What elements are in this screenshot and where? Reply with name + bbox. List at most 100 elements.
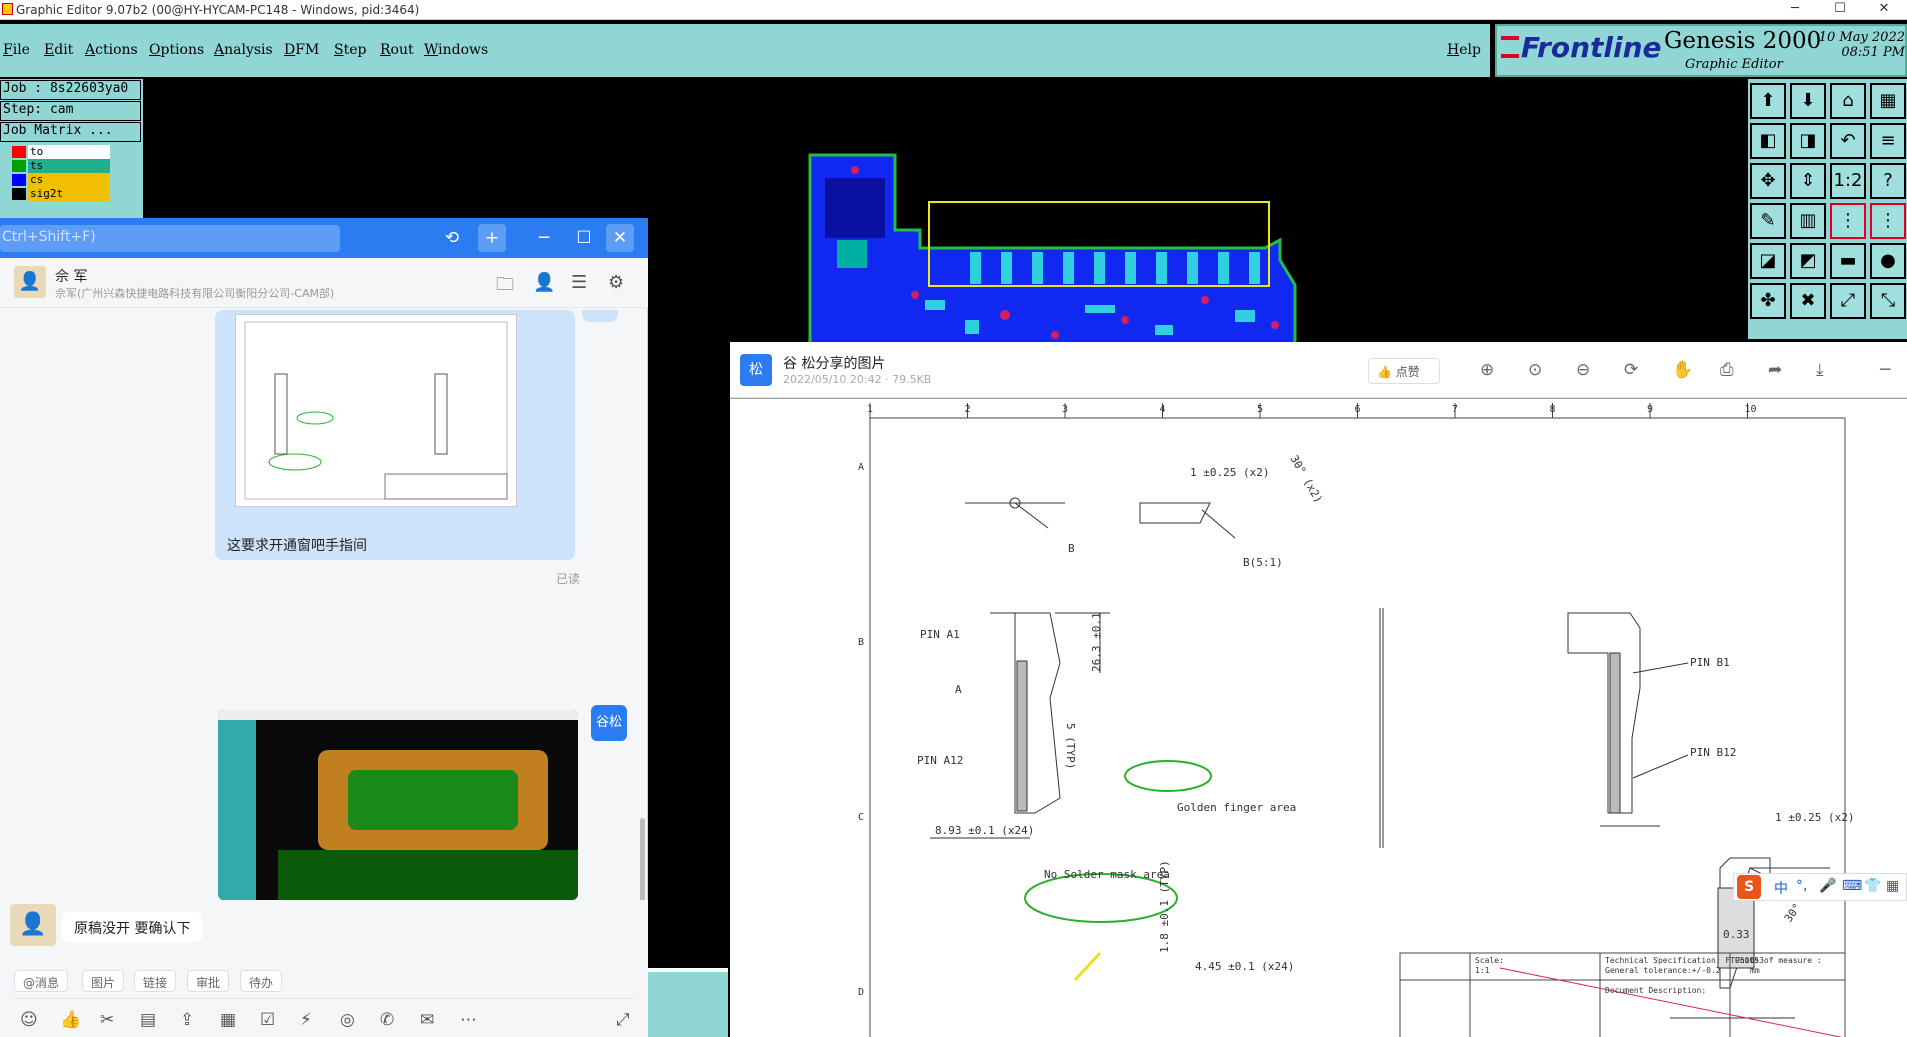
close-button[interactable]: ✕ — [1862, 0, 1906, 20]
zoom-out-icon[interactable]: ⊖ — [1576, 360, 1590, 380]
tool-button[interactable]: ◧ — [1750, 123, 1786, 159]
pcb-view[interactable] — [805, 150, 1410, 345]
grid-icon[interactable]: ▦ — [1886, 878, 1899, 894]
keyboard-icon[interactable]: ⌨ — [1842, 878, 1862, 894]
zoom-in-icon[interactable]: ⊕ — [1480, 360, 1494, 380]
tool-button[interactable]: ⇕ — [1790, 163, 1826, 199]
tool-button[interactable]: ✥ — [1750, 163, 1786, 199]
skin-icon[interactable]: 👕 — [1864, 878, 1881, 894]
tag-mention[interactable]: @消息 — [14, 970, 69, 992]
tool-button[interactable]: ⌂ — [1830, 83, 1866, 119]
tool-button[interactable]: ✎ — [1750, 203, 1786, 239]
avatar[interactable]: 👤 — [10, 904, 56, 946]
tool-button[interactable]: ? — [1870, 163, 1906, 199]
minimize-icon[interactable]: ─ — [1880, 360, 1890, 380]
sogou-icon[interactable]: S — [1737, 875, 1761, 899]
tool-button[interactable]: ⋮ — [1830, 203, 1866, 239]
composer: 👤 原稿没开 要确认下 @消息 图片 链接 审批 待办 ☺ 👍 ✂ ▤ ⇪ ▦ … — [0, 900, 648, 1037]
message-bubble[interactable]: 原稿没开 要确认下 — [62, 912, 203, 942]
menu-dfm[interactable]: DFM — [284, 42, 319, 58]
layer-row[interactable]: sig2t — [0, 187, 143, 201]
tag-image[interactable]: 图片 — [82, 970, 125, 992]
tool-button[interactable]: ↶ — [1830, 123, 1866, 159]
add-icon[interactable]: + — [478, 224, 506, 252]
menu-actions[interactable]: Actions — [85, 42, 138, 58]
tool-button[interactable]: ▥ — [1790, 203, 1826, 239]
drawing-thumbnail[interactable] — [235, 314, 517, 507]
screenshot-thumbnail[interactable] — [218, 710, 578, 900]
menu-windows[interactable]: Windows — [424, 42, 488, 58]
close-icon[interactable]: ✕ — [606, 224, 634, 252]
menu-analysis[interactable]: Analysis — [214, 42, 273, 58]
menu-file[interactable]: File — [3, 42, 30, 58]
search-history-icon[interactable]: ☰ — [571, 272, 587, 293]
file-icon[interactable]: ▤ — [140, 1010, 156, 1030]
tag-todo[interactable]: 待办 — [240, 970, 283, 992]
minimize-button[interactable]: ─ — [1773, 0, 1817, 20]
ime-mode[interactable]: 中 — [1774, 878, 1788, 898]
tool-button[interactable]: ✤ — [1750, 283, 1786, 319]
avatar[interactable]: 谷松 — [591, 705, 627, 741]
maximize-button[interactable]: ☐ — [1818, 0, 1862, 20]
upload-icon[interactable]: ⇪ — [180, 1010, 194, 1030]
tool-button[interactable]: ▦ — [1870, 83, 1906, 119]
microphone-icon[interactable]: 🎤 — [1819, 878, 1836, 894]
phone-icon[interactable]: ✆ — [380, 1010, 394, 1030]
thumbs-up-icon[interactable]: 👍 — [60, 1010, 81, 1030]
layer-row[interactable]: cs — [0, 173, 143, 187]
lightning-icon[interactable]: ⚡ — [300, 1010, 312, 1030]
ime-punct[interactable]: °, — [1796, 878, 1807, 894]
minimize-icon[interactable]: ─ — [530, 224, 558, 252]
menu-options[interactable]: Options — [149, 42, 204, 58]
label-dim4: 1.8 ±0.1 (TYP) — [1158, 860, 1171, 953]
video-icon[interactable]: ◎ — [340, 1010, 355, 1030]
actual-size-icon[interactable]: ⊙ — [1528, 360, 1542, 380]
hand-icon[interactable]: ✋ — [1672, 360, 1693, 380]
tool-button[interactable]: ⋮ — [1870, 203, 1906, 239]
add-user-icon[interactable]: 👤 — [533, 272, 555, 293]
layer-row[interactable]: ts — [0, 159, 143, 173]
rotate-icon[interactable]: ⟳ — [1624, 360, 1638, 380]
tool-button[interactable]: ⬇ — [1790, 83, 1826, 119]
more-icon[interactable]: ⋯ — [460, 1010, 477, 1030]
tag-approval[interactable]: 审批 — [187, 970, 230, 992]
calendar-icon[interactable]: ▦ — [220, 1010, 236, 1030]
layer-row[interactable]: to — [0, 145, 143, 159]
folder-icon[interactable]: 🗀 — [496, 272, 514, 302]
task-icon[interactable]: ☑ — [260, 1010, 275, 1030]
maximize-icon[interactable]: ☐ — [570, 224, 598, 252]
tool-button[interactable]: ▬ — [1830, 243, 1866, 279]
avatar[interactable]: 松 — [740, 354, 772, 386]
scissors-icon[interactable]: ✂ — [100, 1010, 114, 1030]
technical-drawing[interactable]: 1 2 3 4 5 6 7 8 9 10 ABCD 1 ±0.25 (x2) 3… — [730, 398, 1907, 1037]
menu-edit[interactable]: Edit — [44, 42, 73, 58]
expand-icon[interactable]: ⤢ — [616, 1010, 630, 1030]
emoji-icon[interactable]: ☺ — [20, 1010, 38, 1030]
history-icon[interactable]: ⟲ — [438, 224, 466, 252]
avatar[interactable]: 👤 — [14, 266, 46, 298]
settings-icon[interactable]: ⚙ — [608, 272, 624, 293]
label-scale-val: 1:1 — [1475, 966, 1490, 975]
print-icon[interactable]: ⎙ — [1720, 360, 1734, 380]
tool-button[interactable]: ⤢ — [1830, 283, 1866, 319]
search-input[interactable]: Ctrl+Shift+F) — [0, 225, 340, 252]
tool-button[interactable]: ⬆ — [1750, 83, 1786, 119]
mail-icon[interactable]: ✉ — [420, 1010, 434, 1030]
tool-button[interactable]: ◩ — [1790, 243, 1826, 279]
tool-button[interactable]: ◨ — [1790, 123, 1826, 159]
tool-button[interactable]: 1:2 — [1830, 163, 1866, 199]
tool-button[interactable]: ⤡ — [1870, 283, 1906, 319]
download-icon[interactable]: ⤓ — [1816, 360, 1824, 380]
tag-link[interactable]: 链接 — [134, 970, 177, 992]
menu-step[interactable]: Step — [334, 42, 366, 58]
share-icon[interactable]: ➦ — [1768, 360, 1782, 380]
job-matrix-button[interactable]: Job Matrix ... — [0, 122, 141, 142]
menu-rout[interactable]: Rout — [380, 42, 414, 58]
tool-button[interactable]: ◪ — [1750, 243, 1786, 279]
menu-help[interactable]: Help — [1447, 42, 1481, 58]
like-button[interactable]: 👍 点赞 — [1368, 358, 1440, 384]
tool-button[interactable]: ≡ — [1870, 123, 1906, 159]
tool-button[interactable]: ✖ — [1790, 283, 1826, 319]
tool-button[interactable]: ● — [1870, 243, 1906, 279]
message-bubble[interactable]: 这要求开通窗吧手指间 — [215, 310, 575, 560]
